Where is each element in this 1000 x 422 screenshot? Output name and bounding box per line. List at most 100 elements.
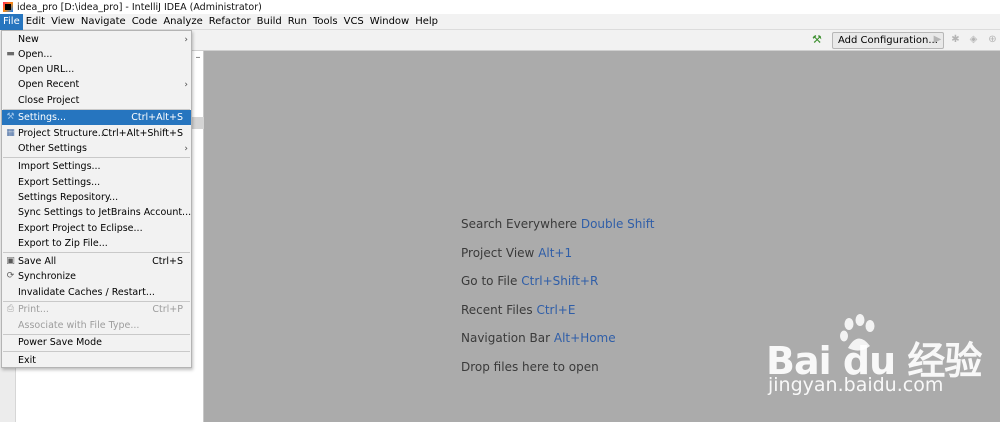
submenu-arrow-icon: ›	[184, 34, 188, 45]
menu-run[interactable]: Run	[285, 14, 310, 30]
menu-analyze[interactable]: Analyze	[160, 14, 205, 30]
window-title: idea_pro [D:\idea_pro] - IntelliJ IDEA (…	[17, 1, 262, 13]
menu-item-close-project[interactable]: Close Project	[2, 93, 191, 108]
hint-go-to-file: Go to File Ctrl+Shift+R	[461, 274, 654, 303]
menu-item-settings-repository[interactable]: Settings Repository...	[2, 190, 191, 205]
add-configuration-button[interactable]: Add Configuration...	[832, 32, 944, 49]
panel-minimize-icon[interactable]: –	[192, 52, 204, 64]
menu-item-shortcut: Ctrl+Alt+Shift+S	[101, 128, 183, 139]
menu-file[interactable]: File	[0, 13, 23, 30]
debug-icon[interactable]: ✱	[950, 34, 961, 45]
menu-item-synchronize[interactable]: ⟳ Synchronize	[2, 269, 191, 284]
menu-item-label: Project Structure...	[18, 128, 107, 139]
build-hammer-icon[interactable]: ⚒	[812, 34, 824, 46]
search-icon[interactable]: ⊕	[987, 34, 998, 45]
menu-item-label: Open URL...	[18, 64, 75, 75]
menu-item-power-save[interactable]: Power Save Mode	[2, 335, 191, 350]
menu-item-other-settings[interactable]: Other Settings ›	[2, 141, 191, 156]
submenu-arrow-icon: ›	[184, 79, 188, 90]
project-structure-icon: ▦	[6, 128, 15, 138]
menu-item-shortcut: Ctrl+S	[152, 256, 183, 267]
title-bar: idea_pro [D:\idea_pro] - IntelliJ IDEA (…	[0, 0, 1000, 14]
menu-refactor[interactable]: Refactor	[206, 14, 254, 30]
baidu-jingyan-watermark: Bai du 经验 jingyan.baidu.com	[766, 314, 996, 408]
wrench-icon: ⚒	[6, 112, 15, 122]
hint-label: Project View	[461, 245, 535, 260]
menu-vcs[interactable]: VCS	[341, 14, 367, 30]
menu-item-new[interactable]: New ›	[2, 32, 191, 47]
menu-item-label: Settings Repository...	[18, 192, 119, 203]
menu-tools[interactable]: Tools	[310, 14, 341, 30]
menu-item-exit[interactable]: Exit	[2, 353, 191, 368]
hint-label: Go to File	[461, 274, 518, 288]
menu-item-project-structure[interactable]: ▦ Project Structure... Ctrl+Alt+Shift+S	[2, 126, 191, 141]
menu-item-label: Settings...	[18, 112, 67, 123]
hint-label: Navigation Bar	[461, 331, 551, 345]
menu-item-label: Save All	[18, 256, 57, 267]
hint-search-everywhere: Search Everywhere Double Shift	[461, 217, 654, 246]
run-icon[interactable]: ▶	[932, 34, 943, 45]
menu-item-save-all[interactable]: ▣ Save All Ctrl+S	[2, 254, 191, 269]
menu-item-associate-file-type[interactable]: Associate with File Type...	[2, 318, 191, 333]
menu-view[interactable]: View	[48, 14, 78, 30]
menu-item-shortcut: Ctrl+P	[152, 304, 183, 315]
menu-item-export-eclipse[interactable]: Export Project to Eclipse...	[2, 221, 191, 236]
menu-item-label: Export Settings...	[18, 177, 101, 188]
menu-item-label: Close Project	[18, 95, 80, 106]
welcome-hints: Search Everywhere Double Shift Project V…	[461, 217, 654, 388]
hint-shortcut: Alt+1	[538, 245, 573, 260]
hint-label: Search Everywhere	[461, 217, 577, 231]
hint-project-view: Project View Alt+1	[461, 246, 654, 275]
menu-item-label: Associate with File Type...	[18, 320, 140, 331]
menu-item-print[interactable]: ⎙ Print... Ctrl+P	[2, 302, 191, 317]
menu-item-settings[interactable]: ⚒ Settings... Ctrl+Alt+S	[2, 110, 191, 125]
menu-separator	[3, 157, 190, 158]
menu-separator	[3, 252, 190, 253]
menu-item-label: Power Save Mode	[18, 337, 102, 348]
menu-item-label: Import Settings...	[18, 161, 101, 172]
menu-window[interactable]: Window	[367, 14, 412, 30]
menu-item-label: Sync Settings to JetBrains Account...	[18, 207, 192, 218]
menu-item-label: New	[18, 34, 39, 45]
menu-edit[interactable]: Edit	[23, 14, 48, 30]
hint-shortcut: Double Shift	[580, 217, 655, 231]
hint-shortcut: Ctrl+Shift+R	[521, 274, 599, 288]
menu-help[interactable]: Help	[412, 14, 441, 30]
hint-drop-files: Drop files here to open	[461, 360, 654, 389]
hint-navigation-bar: Navigation Bar Alt+Home	[461, 331, 654, 360]
menu-item-open[interactable]: ▬ Open...	[2, 47, 191, 62]
menu-code[interactable]: Code	[129, 14, 161, 30]
menu-item-label: Print...	[18, 304, 49, 315]
menu-item-shortcut: Ctrl+Alt+S	[131, 112, 183, 123]
hint-label: Recent Files	[461, 302, 533, 317]
menu-item-open-recent[interactable]: Open Recent ›	[2, 77, 191, 92]
folder-icon: ▬	[6, 49, 15, 59]
coverage-icon[interactable]: ◈	[968, 34, 979, 45]
menu-item-label: Synchronize	[18, 271, 76, 282]
menu-item-label: Export to Zip File...	[18, 238, 108, 249]
menu-item-label: Other Settings	[18, 143, 87, 154]
hint-label: Drop files here to open	[461, 359, 599, 374]
file-menu-dropdown: New › ▬ Open... Open URL... Open Recent …	[1, 30, 192, 368]
menu-item-open-url[interactable]: Open URL...	[2, 62, 191, 77]
print-icon: ⎙	[6, 304, 15, 314]
save-icon: ▣	[6, 256, 15, 266]
hint-shortcut: Alt+Home	[553, 331, 616, 345]
intellij-logo-icon	[3, 2, 13, 12]
menu-item-export-zip[interactable]: Export to Zip File...	[2, 236, 191, 251]
menu-item-import-settings[interactable]: Import Settings...	[2, 159, 191, 174]
watermark-url: jingyan.baidu.com	[768, 374, 944, 396]
panel-selected-row	[192, 117, 204, 129]
menu-item-label: Exit	[18, 355, 36, 366]
menu-separator	[3, 351, 190, 352]
hint-shortcut: Ctrl+E	[536, 302, 576, 317]
menu-item-label: Invalidate Caches / Restart...	[18, 287, 155, 298]
menu-build[interactable]: Build	[254, 14, 285, 30]
menu-item-invalidate-caches[interactable]: Invalidate Caches / Restart...	[2, 285, 191, 300]
menu-item-sync-settings[interactable]: Sync Settings to JetBrains Account...	[2, 205, 191, 220]
menu-bar: File Edit View Navigate Code Analyze Ref…	[0, 13, 1000, 30]
menu-navigate[interactable]: Navigate	[78, 14, 129, 30]
menu-item-export-settings[interactable]: Export Settings...	[2, 175, 191, 190]
sync-icon: ⟳	[6, 271, 15, 281]
submenu-arrow-icon: ›	[184, 143, 188, 154]
